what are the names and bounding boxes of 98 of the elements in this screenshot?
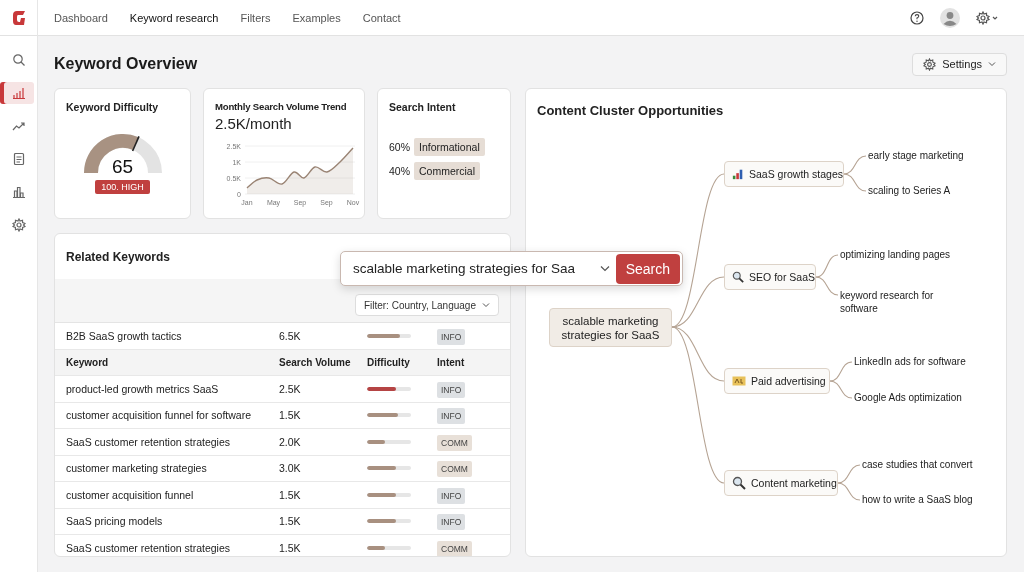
table-cell-text: 2.5K xyxy=(279,382,302,395)
settings-button[interactable]: Settings xyxy=(912,52,1007,76)
table-cell-text: 3.0K xyxy=(279,462,302,475)
difficulty-bar xyxy=(367,333,411,338)
difficulty-badge: 100. HIGH xyxy=(95,180,150,194)
difficulty-bar xyxy=(367,439,411,444)
table-cell-text: 2.0K xyxy=(279,435,302,448)
nav-link[interactable]: Filters xyxy=(240,11,271,24)
table-cell-text: 1.5K xyxy=(279,541,302,554)
subtopic-label: scaling to Series A xyxy=(868,184,952,197)
table-cell-text: 1.5K xyxy=(279,488,302,501)
subtopic-label: case studies that convert xyxy=(862,458,974,471)
caret-icon[interactable] xyxy=(599,265,610,272)
column-header: Keyword xyxy=(66,356,110,368)
table-cell-text: 1.5K xyxy=(279,515,302,528)
table-cell-text: customer acquisition funnel for software xyxy=(66,409,252,422)
difficulty-bar xyxy=(367,492,411,497)
connector-line xyxy=(815,276,839,296)
table-cell-text: product-led growth metrics SaaS xyxy=(66,382,220,395)
gauge-needle xyxy=(131,135,140,152)
nav-link[interactable]: Contact xyxy=(362,11,401,24)
connector-line xyxy=(843,173,867,192)
trend-icon xyxy=(11,119,26,133)
bar-chart-icon xyxy=(11,86,26,100)
table-cell-text: customer acquisition funnel xyxy=(66,488,195,501)
connector-line xyxy=(829,361,853,382)
trend-value: 2.5K/month xyxy=(215,115,293,132)
subtopic-label: LinkedIn ads for software xyxy=(854,355,967,368)
table-cell-text: SaaS pricing models xyxy=(66,515,164,528)
card-title: Search Intent xyxy=(389,101,457,113)
search-icon xyxy=(732,476,746,490)
topic-node[interactable]: SEO for SaaS xyxy=(724,264,816,290)
filter-dropdown[interactable]: Filter: Country, Language xyxy=(354,294,499,316)
card-title: Monthly Search Volume Trend xyxy=(215,101,348,112)
card-title: Content Cluster Opportunities xyxy=(536,102,725,120)
connector-line xyxy=(837,464,861,484)
search-field[interactable]: scalable marketing strategies for Saa xyxy=(353,261,594,276)
intent-tag: COMM xyxy=(437,434,472,451)
bar-chart-icon xyxy=(732,169,743,180)
difficulty-bar xyxy=(367,386,411,391)
intent-tag: INFO xyxy=(437,514,466,531)
intent-share: 60% xyxy=(389,141,410,153)
search-icon xyxy=(732,271,745,284)
subtopic-label: optimizing landing pages xyxy=(840,248,952,261)
intent-tag: COMM xyxy=(437,540,472,556)
page-title: Keyword Overview xyxy=(54,55,198,73)
nav-link[interactable]: Dashboard xyxy=(54,11,108,24)
connector-line xyxy=(837,482,861,501)
avatar-icon[interactable] xyxy=(940,7,960,28)
search-icon xyxy=(11,53,26,67)
card-title: Keyword Difficulty xyxy=(66,101,159,113)
caret-icon xyxy=(988,61,996,67)
topic-node[interactable]: Content marketing xyxy=(724,470,838,496)
bar-chart-icon xyxy=(11,185,26,199)
table-cell-text: SaaS customer retention strategies xyxy=(66,541,231,554)
nav-link[interactable]: Keyword research xyxy=(129,11,219,24)
table-cell-text: 1.5K xyxy=(279,409,302,422)
column-header: Search Volume xyxy=(279,356,352,368)
difficulty-value: 65 xyxy=(110,156,135,178)
column-header: Intent xyxy=(437,356,465,368)
document-icon xyxy=(11,152,26,166)
subtopic-label: how to write a SaaS blog xyxy=(862,493,974,506)
gear-icon xyxy=(11,218,26,232)
column-header: Difficulty xyxy=(367,356,411,368)
topic-node[interactable]: SaaS growth stages xyxy=(724,161,844,187)
help-icon[interactable] xyxy=(910,10,924,25)
root-node[interactable]: scalable marketing strategies for SaaS xyxy=(549,308,672,347)
table-cell-text: B2B SaaS growth tactics xyxy=(66,329,183,342)
ad-icon xyxy=(732,376,746,386)
intent-tag: INFO xyxy=(437,408,466,425)
intent-tag: COMM xyxy=(437,461,472,478)
subtopic-label: Google Ads optimization xyxy=(854,391,963,404)
table-cell-text: 6.5K xyxy=(279,329,302,342)
subtopic-label: keyword research for software xyxy=(840,289,935,315)
search-button[interactable]: Search xyxy=(615,253,680,284)
connector-line xyxy=(843,155,867,175)
settings-icon[interactable] xyxy=(976,10,1000,25)
intent-tag: INFO xyxy=(437,487,466,504)
topic-node[interactable]: Paid advertising xyxy=(724,368,830,394)
intent-tag: Commercial xyxy=(414,162,481,180)
caret-icon xyxy=(482,302,490,308)
difficulty-bar xyxy=(367,413,411,418)
intent-tag: Informational xyxy=(414,138,485,156)
difficulty-bar xyxy=(367,545,411,550)
difficulty-bar xyxy=(367,466,411,471)
subtopic-label: early stage marketing xyxy=(868,149,965,162)
nav-link[interactable]: Examples xyxy=(292,11,341,24)
table-cell-text: customer marketing strategies xyxy=(66,462,208,475)
connector-line xyxy=(815,254,839,278)
difficulty-bar xyxy=(367,519,411,524)
connector-line xyxy=(829,380,853,399)
card-title: Related Keywords xyxy=(66,250,171,264)
intent-share: 40% xyxy=(389,165,410,177)
intent-tag: INFO xyxy=(437,381,466,398)
sidebar-item[interactable] xyxy=(3,82,34,104)
intent-tag: INFO xyxy=(437,328,466,345)
table-cell-text: SaaS customer retention strategies xyxy=(66,435,231,448)
gear-icon xyxy=(923,57,937,71)
